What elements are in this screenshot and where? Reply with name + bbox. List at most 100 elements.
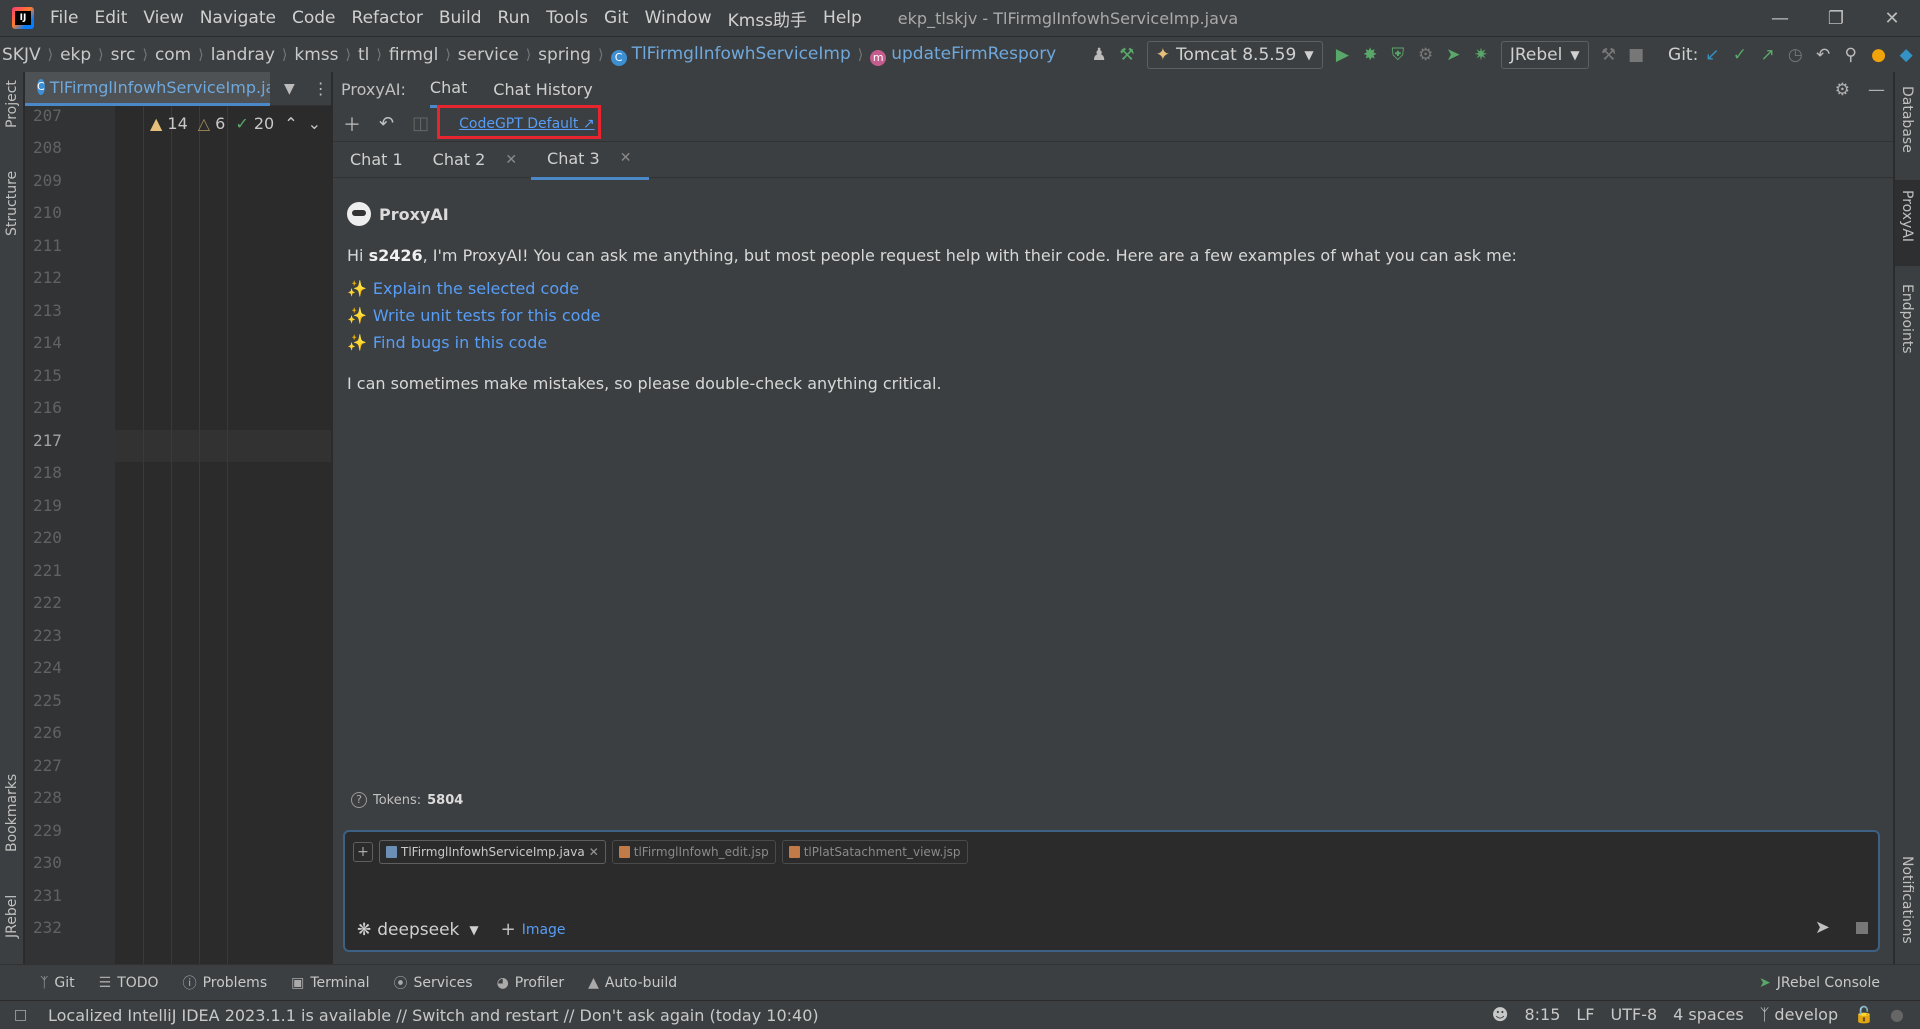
close-icon[interactable]: ✕ [620, 150, 632, 166]
breadcrumb-item[interactable]: kmss [292, 45, 340, 65]
plugin-icon[interactable]: ◆ [1895, 42, 1917, 68]
gear-icon[interactable]: ⚙ [1835, 80, 1850, 100]
send-icon[interactable]: ➤ [1815, 917, 1830, 938]
file-chip[interactable]: tlFirmglInfowh_edit.jsp [611, 840, 776, 864]
proxyai-status-icon[interactable]: ☻ [1492, 1005, 1509, 1024]
model-selector[interactable]: ❋ deepseek ▼ [357, 920, 479, 940]
jrebel-tool-button[interactable]: JRebel [4, 895, 20, 938]
coverage-icon[interactable]: ⛨ [1387, 42, 1409, 68]
split-icon[interactable]: ◫ [412, 113, 429, 134]
file-chip[interactable]: TlFirmglInfowhServiceImp.java ✕ [379, 840, 606, 864]
bookmarks-tool-button[interactable]: Bookmarks [4, 774, 20, 852]
todo-tool-button[interactable]: ☰ TODO [99, 975, 159, 991]
suggestion-item[interactable]: ✨ Find bugs in this code [347, 333, 1873, 352]
chevron-down-icon[interactable]: ▼ [284, 81, 295, 97]
breadcrumb-item[interactable]: firmgl [387, 45, 440, 65]
debug-icon[interactable]: ✸ [1359, 42, 1381, 68]
panel-toggle-icon[interactable]: □ [14, 1007, 27, 1023]
structure-tool-button[interactable]: Structure [4, 171, 20, 236]
close-icon[interactable]: ✕ [589, 845, 599, 859]
breadcrumb-item[interactable]: com [153, 45, 193, 65]
breadcrumb-class[interactable]: C TlFirmglInfowhServiceImp [609, 44, 853, 66]
problems-tool-button[interactable]: ⓘ Problems [183, 973, 268, 993]
git-branch[interactable]: ᛉ develop [1760, 1005, 1838, 1024]
git-update-icon[interactable]: ↙ [1701, 42, 1723, 68]
stop-icon[interactable] [1856, 922, 1868, 934]
endpoints-tool-button[interactable]: Endpoints [1899, 284, 1915, 354]
add-file-button[interactable]: + [353, 842, 373, 862]
git-tool-button[interactable]: ᛉ Git [40, 975, 75, 991]
attach-image-button[interactable]: + Image [501, 919, 566, 940]
tab-chat[interactable]: Chat [429, 70, 468, 108]
suggestion-item[interactable]: ✨ Explain the selected code [347, 279, 1873, 298]
services-tool-button[interactable]: ⦿ Services [394, 973, 473, 993]
search-icon[interactable]: ⚲ [1840, 42, 1862, 68]
stop-icon[interactable]: ■ [1625, 42, 1647, 68]
chevron-up-icon[interactable]: ⌃ [284, 114, 297, 133]
indent-setting[interactable]: 4 spaces [1673, 1005, 1744, 1024]
menu-git[interactable]: Git [604, 8, 629, 28]
tab-chat-history[interactable]: Chat History [493, 72, 592, 107]
minimize-icon[interactable]: — [1752, 0, 1808, 36]
auto-build-tool-button[interactable]: ▲ Auto-build [588, 975, 677, 991]
jrebel-run-icon[interactable]: ➤ [1442, 42, 1464, 68]
terminal-tool-button[interactable]: ▣ Terminal [291, 975, 369, 991]
menu-code[interactable]: Code [292, 8, 336, 28]
file-encoding[interactable]: UTF-8 [1611, 1005, 1658, 1024]
chevron-down-icon[interactable]: ⌄ [308, 114, 321, 133]
line-separator[interactable]: LF [1576, 1005, 1594, 1024]
jrebel-debug-icon[interactable]: ✷ [1470, 42, 1492, 68]
restore-icon[interactable]: ❐ [1808, 0, 1864, 36]
menu-file[interactable]: File [50, 8, 78, 28]
more-options-icon[interactable]: ⋮ [313, 79, 329, 98]
suggestion-item[interactable]: ✨ Write unit tests for this code [347, 306, 1873, 325]
close-icon[interactable]: ✕ [1864, 0, 1920, 36]
editor-tab-active[interactable]: C TlFirmglInfowhServiceImp.ja [25, 71, 270, 106]
git-commit-icon[interactable]: ✓ [1729, 42, 1751, 68]
file-chip[interactable]: tlPlatSatachment_view.jsp [781, 840, 968, 864]
inspection-widget[interactable]: ▲ 14 △ 6 ✓ 20 ⌃ ⌄ [150, 114, 321, 133]
run-config-select[interactable]: ✦ Tomcat 8.5.59 ▼ [1146, 40, 1323, 69]
caret-position[interactable]: 8:15 [1524, 1005, 1560, 1024]
chat-tab[interactable]: Chat 1 [350, 141, 403, 178]
menu-build[interactable]: Build [439, 8, 482, 28]
menu-tools[interactable]: Tools [546, 8, 588, 28]
undo-icon[interactable]: ↶ [379, 113, 394, 134]
database-tool-button[interactable]: Database [1899, 86, 1915, 153]
breadcrumb-item[interactable]: ekp [58, 45, 93, 65]
menu-help[interactable]: Help [823, 8, 862, 28]
menu-refactor[interactable]: Refactor [352, 8, 423, 28]
chat-input[interactable]: + TlFirmglInfowhServiceImp.java ✕ tlFirmg… [343, 830, 1880, 952]
jrebel-select[interactable]: JRebel ▼ [1500, 40, 1589, 69]
notifications-tool-button[interactable]: Notifications [1899, 856, 1915, 944]
run-icon[interactable]: ▶ [1332, 42, 1354, 68]
proxyai-tool-button[interactable]: ProxyAI [1899, 190, 1915, 242]
history-icon[interactable]: ◷ [1784, 42, 1806, 68]
breadcrumb-item[interactable]: spring [536, 45, 593, 65]
menu-kmss[interactable]: Kmss助手 [728, 6, 807, 31]
menu-view[interactable]: View [143, 8, 183, 28]
jrebel-console-button[interactable]: ➤ JRebel Console [1759, 975, 1880, 991]
rollback-icon[interactable]: ↶ [1812, 42, 1834, 68]
git-push-icon[interactable]: ↗ [1757, 42, 1779, 68]
close-icon[interactable]: ✕ [505, 152, 517, 168]
breadcrumb-item[interactable]: SKJV [0, 45, 43, 65]
breadcrumb-item[interactable]: service [456, 45, 521, 65]
profile-icon[interactable]: ⚙ [1415, 42, 1437, 68]
hide-panel-icon[interactable]: — [1868, 80, 1885, 100]
user-icon[interactable]: ♟ [1088, 42, 1110, 68]
build-hammer-icon[interactable]: ⚒ [1116, 42, 1138, 68]
update-icon[interactable]: ● [1868, 42, 1890, 68]
breadcrumb-method[interactable]: m updateFirmRespory [868, 44, 1058, 66]
profiler-tool-button[interactable]: ◕ Profiler [497, 975, 565, 991]
project-tool-button[interactable]: Project [4, 80, 20, 128]
lock-icon[interactable]: 🔓 [1854, 1005, 1874, 1024]
help-icon[interactable]: ? [351, 792, 367, 808]
breadcrumb-item[interactable]: landray [209, 45, 277, 65]
menu-run[interactable]: Run [498, 8, 531, 28]
new-chat-icon[interactable]: ＋ [343, 111, 361, 137]
breadcrumb-item[interactable]: tl [356, 45, 371, 65]
status-message[interactable]: Localized IntelliJ IDEA 2023.1.1 is avai… [48, 1006, 819, 1025]
inspection-status-icon[interactable]: ● [1890, 1005, 1904, 1024]
hammer-disabled-icon[interactable]: ⚒ [1598, 42, 1620, 68]
